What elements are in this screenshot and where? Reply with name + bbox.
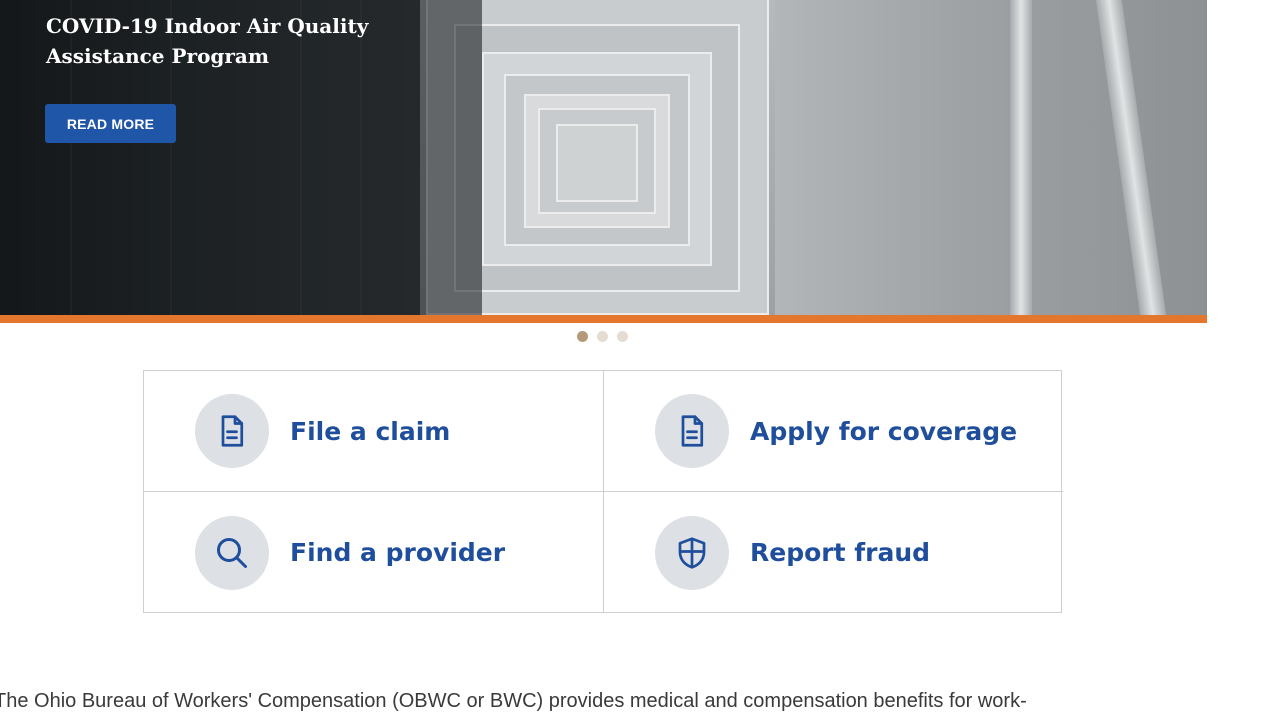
apply-coverage-link[interactable]: Apply for coverage xyxy=(604,371,1063,492)
hero-title: COVID-19 Indoor Air Quality Assistance P… xyxy=(46,14,369,68)
read-more-button[interactable]: READ MORE xyxy=(45,104,176,143)
hero-accent-bar xyxy=(0,315,1207,323)
document-icon xyxy=(655,394,729,468)
carousel-dot-3[interactable] xyxy=(617,331,628,342)
quick-links-grid: File a claim Apply for coverage Find a p… xyxy=(143,370,1063,613)
carousel-indicators xyxy=(577,331,628,342)
find-provider-link[interactable]: Find a provider xyxy=(144,492,604,613)
carousel-dot-1[interactable] xyxy=(577,331,588,342)
report-fraud-link[interactable]: Report fraud xyxy=(604,492,1063,613)
hero-pipe xyxy=(1010,0,1032,315)
file-claim-link[interactable]: File a claim xyxy=(144,371,604,492)
shield-icon xyxy=(655,515,729,590)
hero-pipe xyxy=(1095,0,1167,315)
document-icon xyxy=(195,394,269,468)
search-icon xyxy=(195,515,269,590)
hero-banner: COVID-19 Indoor Air Quality Assistance P… xyxy=(0,0,1207,315)
quick-link-label: Apply for coverage xyxy=(750,416,1018,446)
carousel-dot-2[interactable] xyxy=(597,331,608,342)
intro-paragraph: The Ohio Bureau of Workers' Compensation… xyxy=(0,690,1027,712)
quick-link-label: Report fraud xyxy=(750,538,931,567)
quick-link-label: Find a provider xyxy=(290,538,506,567)
quick-link-label: File a claim xyxy=(290,416,451,446)
